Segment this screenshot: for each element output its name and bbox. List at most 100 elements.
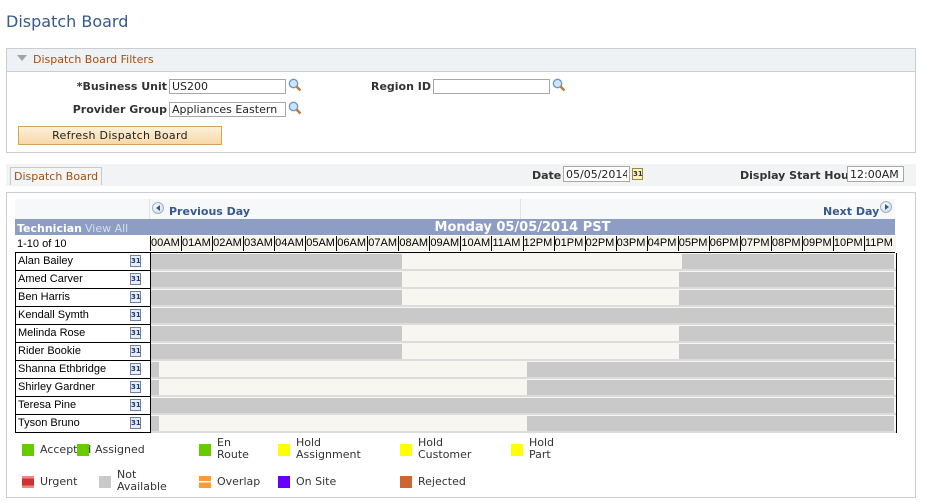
schedule-grid: Alan Bailey 31 Amed Carver 31 Ben Harris 31 Ke…: [15, 253, 897, 433]
legend-label: Urgent: [40, 475, 78, 488]
technician-calendar-icon[interactable]: 31: [130, 345, 141, 357]
hour-header-row: 1-10 of 10 00AM 01AM 02AM 03AM 04AM 05AM 06AM 0…: [15, 235, 896, 254]
technician-calendar-icon[interactable]: 31: [130, 417, 141, 429]
not-available-block[interactable]: [526, 380, 894, 395]
technician-name[interactable]: Shirley Gardner: [18, 381, 95, 393]
filters-title[interactable]: Dispatch Board Filters: [33, 53, 154, 66]
schedule-lane[interactable]: [151, 325, 896, 343]
technician-calendar-icon[interactable]: 31: [130, 327, 141, 339]
schedule-lane[interactable]: [151, 307, 896, 325]
schedule-lane[interactable]: [151, 253, 896, 271]
hour-label: 04PM: [646, 236, 679, 251]
date-calendar-icon[interactable]: 31: [632, 168, 643, 180]
not-available-block[interactable]: [526, 362, 894, 377]
schedule-lane[interactable]: [151, 397, 896, 415]
start-hour-input[interactable]: [847, 166, 904, 182]
not-available-block[interactable]: [678, 290, 894, 305]
hour-label: 11AM: [491, 236, 524, 251]
region-id-input[interactable]: [433, 79, 550, 94]
not-available-block[interactable]: [151, 272, 403, 287]
legend-label: Hold Assignment: [296, 436, 361, 461]
board-toolbar: Dispatch Board Date 31 Display Start Hou…: [6, 164, 916, 186]
not-available-block[interactable]: [151, 344, 403, 359]
technician-calendar-icon[interactable]: 31: [130, 309, 141, 321]
not-available-block[interactable]: [678, 326, 894, 341]
technician-row: Rider Bookie 31: [16, 343, 150, 361]
hour-label: 03AM: [243, 236, 276, 251]
legend-label: En Route: [217, 436, 249, 461]
hour-label: 11PM: [863, 236, 896, 251]
next-day-arrow-icon[interactable]: [880, 201, 892, 213]
not-available-block[interactable]: [678, 272, 894, 287]
technician-name[interactable]: Amed Carver: [18, 273, 83, 285]
legend-swatch: [278, 444, 290, 456]
technician-name[interactable]: Shanna Ethbridge: [18, 363, 106, 375]
business-unit-label: *Business Unit: [76, 80, 167, 93]
provider-group-input[interactable]: [169, 102, 286, 117]
hour-label: 08PM: [770, 236, 803, 251]
date-input[interactable]: [563, 166, 630, 182]
region-id-label: Region ID: [370, 80, 431, 93]
technician-name[interactable]: Teresa Pine: [18, 399, 76, 411]
legend-label: Not Available: [117, 468, 167, 493]
not-available-block[interactable]: [151, 362, 159, 377]
legend-label: Overlap: [217, 475, 261, 488]
schedule-lane[interactable]: [151, 343, 896, 361]
technician-calendar-icon[interactable]: 31: [130, 255, 141, 267]
region-id-lookup-icon[interactable]: [552, 78, 566, 92]
view-all-link[interactable]: View All: [85, 222, 128, 235]
not-available-block[interactable]: [151, 380, 159, 395]
technician-calendar-icon[interactable]: 31: [130, 363, 141, 375]
technician-name[interactable]: Tyson Bruno: [18, 417, 80, 429]
not-available-block[interactable]: [151, 326, 403, 341]
business-unit-lookup-icon[interactable]: [288, 78, 302, 92]
not-available-block[interactable]: [151, 254, 403, 269]
not-available-block[interactable]: [526, 416, 894, 431]
hour-label: 07PM: [739, 236, 772, 251]
legend-swatch: [99, 476, 111, 488]
technician-name[interactable]: Melinda Rose: [18, 327, 85, 339]
not-available-block[interactable]: [678, 344, 894, 359]
not-available-block[interactable]: [151, 290, 403, 305]
filters-header[interactable]: Dispatch Board Filters: [7, 49, 915, 72]
schedule-lane[interactable]: [151, 271, 896, 289]
filters-section: Dispatch Board Filters *Business Unit Re…: [6, 48, 916, 153]
technician-calendar-icon[interactable]: 31: [130, 399, 141, 411]
technician-row: Melinda Rose 31: [16, 325, 150, 343]
tab-dispatch-board[interactable]: Dispatch Board: [10, 167, 103, 185]
previous-day-link[interactable]: Previous Day: [169, 205, 250, 218]
not-available-block[interactable]: [151, 308, 894, 323]
day-navigation: Previous Day Next Day: [15, 199, 895, 219]
hour-label: 06PM: [708, 236, 741, 251]
refresh-dispatch-board-button[interactable]: Refresh Dispatch Board: [18, 126, 222, 145]
technician-row: Amed Carver 31: [16, 271, 150, 289]
legend-swatch: [199, 444, 211, 456]
technician-name[interactable]: Kendall Symth: [18, 309, 89, 321]
legend-swatch: [278, 476, 290, 488]
hour-label: 07AM: [367, 236, 400, 251]
schedule-lane[interactable]: [151, 361, 896, 379]
technician-name[interactable]: Alan Bailey: [18, 255, 73, 267]
schedule-lane[interactable]: [151, 415, 896, 433]
business-unit-input[interactable]: [169, 79, 286, 94]
schedule-lane[interactable]: [151, 289, 896, 307]
schedule-lane[interactable]: [151, 379, 896, 397]
technician-name[interactable]: Rider Bookie: [18, 345, 81, 357]
technician-calendar-icon[interactable]: 31: [130, 273, 141, 285]
not-available-block[interactable]: [151, 398, 894, 413]
collapse-triangle-icon[interactable]: [17, 55, 27, 61]
technician-name[interactable]: Ben Harris: [18, 291, 70, 303]
hour-label: 01PM: [553, 236, 586, 251]
technician-calendar-icon[interactable]: 31: [130, 381, 141, 393]
legend-label: Rejected: [418, 475, 466, 488]
technician-row: Ben Harris 31: [16, 289, 150, 307]
grid-header: Technician View All Monday 05/05/2014 PS…: [15, 219, 895, 235]
not-available-block[interactable]: [151, 416, 159, 431]
hour-label: 03PM: [615, 236, 648, 251]
hour-label: 09AM: [429, 236, 462, 251]
technician-calendar-icon[interactable]: 31: [130, 291, 141, 303]
not-available-block[interactable]: [681, 254, 894, 269]
previous-day-arrow-icon[interactable]: [152, 202, 164, 214]
next-day-link[interactable]: Next Day: [823, 205, 879, 218]
provider-group-lookup-icon[interactable]: [288, 101, 302, 115]
